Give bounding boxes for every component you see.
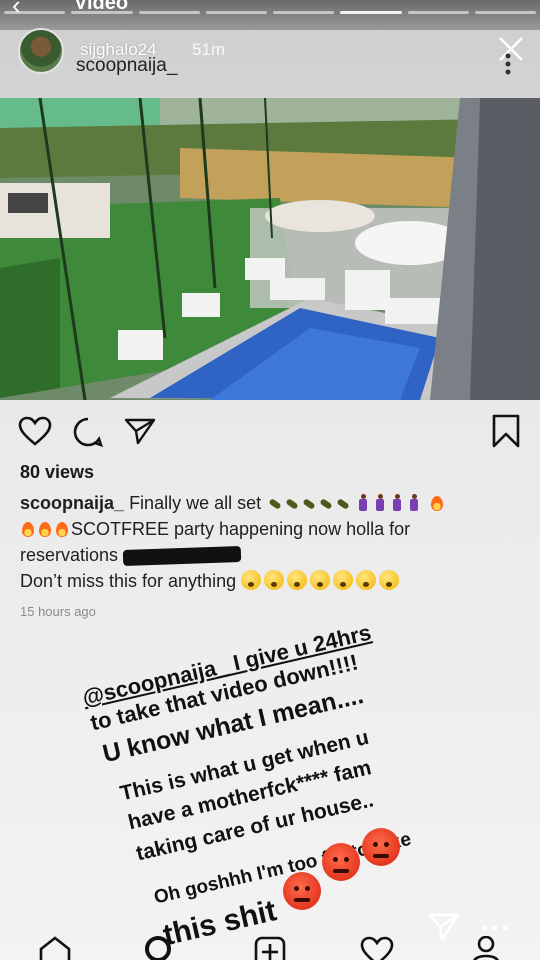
caption-line: SCOTFREE party happening now holla for xyxy=(20,516,525,542)
progress-segment xyxy=(340,11,402,14)
home-icon xyxy=(39,936,71,960)
progress-segment xyxy=(71,11,133,14)
caption-line: scoopnaija_ Finally we all set xyxy=(20,490,525,516)
caption-text: Finally we all set xyxy=(129,493,262,513)
post-caption: scoopnaija_ Finally we all set SCOTFREE … xyxy=(20,490,525,594)
cold-face-emoji xyxy=(241,570,402,591)
progress-segment xyxy=(4,11,66,14)
redaction-mark xyxy=(122,546,242,567)
story-top-bar: ‹ Video xyxy=(0,0,540,30)
nav-activity[interactable] xyxy=(360,936,394,960)
progress-segment xyxy=(273,11,335,14)
send-icon xyxy=(124,418,156,445)
angry-face-emoji xyxy=(362,828,400,866)
progress-segment xyxy=(138,11,200,14)
share-button[interactable] xyxy=(124,417,156,450)
angry-face-emoji xyxy=(283,872,321,910)
champagne-emoji xyxy=(266,493,351,513)
nav-search[interactable] xyxy=(144,936,174,960)
caption-username[interactable]: scoopnaija_ xyxy=(20,493,124,513)
progress-segment xyxy=(407,11,469,14)
caption-line: Don’t miss this for anything xyxy=(20,568,525,594)
avatar[interactable] xyxy=(18,28,64,74)
post-photo xyxy=(0,98,540,400)
progress-segment xyxy=(205,11,267,14)
caption-line: reservations xyxy=(20,542,525,568)
caption-text: Don’t miss this for anything xyxy=(20,571,237,591)
search-icon xyxy=(145,936,171,960)
comment-icon xyxy=(73,417,104,448)
view-count[interactable]: 80 views xyxy=(20,462,94,483)
heart-icon xyxy=(360,936,394,960)
comment-button[interactable] xyxy=(72,416,104,453)
nav-profile[interactable] xyxy=(472,935,500,960)
profile-icon xyxy=(473,935,499,960)
dancer-emoji xyxy=(356,493,424,513)
caption-text: SCOTFREE party happening now holla for xyxy=(71,519,411,539)
progress-segment xyxy=(474,11,536,14)
more-options-button[interactable] xyxy=(500,52,516,76)
story-progress xyxy=(0,11,540,14)
add-icon xyxy=(254,936,286,960)
villa-pool-photo xyxy=(0,98,540,400)
nav-add[interactable] xyxy=(254,936,286,960)
fire-emoji xyxy=(429,493,446,513)
story-time: 51m xyxy=(192,40,226,59)
angry-face-emoji xyxy=(322,843,360,881)
caption-text: reservations xyxy=(20,545,119,565)
like-button[interactable] xyxy=(18,416,52,451)
bookmark-icon xyxy=(492,414,520,448)
post-username[interactable]: scoopnaija_ xyxy=(76,55,177,77)
bottom-nav xyxy=(0,924,540,960)
save-button[interactable] xyxy=(492,414,520,453)
heart-icon xyxy=(18,416,52,446)
fire-emoji xyxy=(20,519,71,539)
post-timestamp: 15 hours ago xyxy=(20,604,96,619)
more-vertical-icon xyxy=(505,53,511,75)
nav-home[interactable] xyxy=(38,936,72,960)
